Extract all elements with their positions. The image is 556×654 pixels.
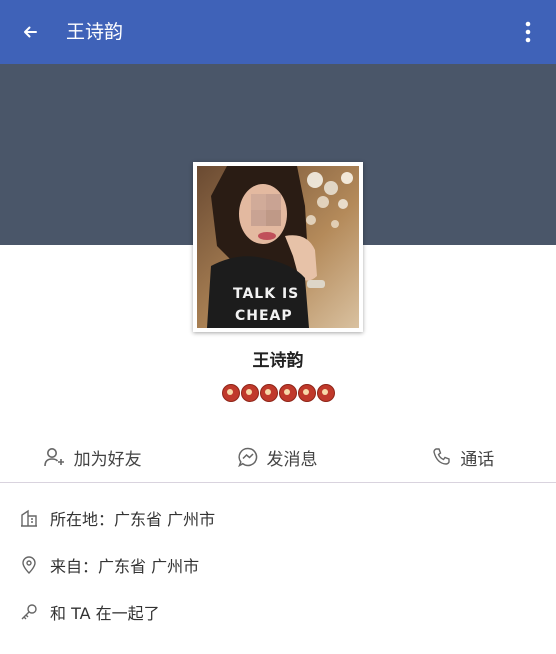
back-button[interactable]: [14, 16, 46, 48]
message-icon: [238, 447, 258, 467]
building-icon: [21, 509, 37, 527]
action-bar: 加为好友 发消息 通话: [0, 434, 556, 480]
app-bar: 王诗韵: [0, 0, 556, 64]
level-badges: [0, 384, 556, 402]
info-row-hometown: 来自：广东省 广州市: [20, 541, 540, 588]
crown-badge-icon: [297, 384, 316, 402]
phone-icon: [433, 448, 451, 465]
crown-badge-icon: [278, 384, 297, 402]
crown-badge-icon: [259, 384, 278, 402]
location-pin-icon: [22, 555, 36, 574]
profile-avatar[interactable]: TALK IS CHEAP: [193, 162, 363, 332]
call-button[interactable]: 通话: [371, 434, 556, 480]
key-icon: [21, 603, 37, 619]
arrow-left-icon: [24, 26, 37, 38]
send-message-button[interactable]: 发消息: [185, 434, 370, 480]
add-friend-icon: [43, 448, 64, 467]
hometown-text: 来自：广东省 广州市: [50, 556, 200, 576]
more-menu-button[interactable]: [518, 16, 538, 48]
page-title: 王诗韵: [66, 21, 124, 43]
info-row-location: 所在地：广东省 广州市: [20, 494, 540, 541]
profile-name: 王诗韵: [252, 351, 304, 371]
shirt-text-line2: CHEAP: [235, 308, 293, 324]
divider: [0, 482, 556, 483]
send-message-label: 发消息: [266, 449, 318, 470]
crown-badge-icon: [316, 384, 335, 402]
location-text: 所在地：广东省 广州市: [50, 509, 216, 529]
profile-info-list: 所在地：广东省 广州市 来自：广东省 广州市 和 TA 在一起了: [20, 494, 540, 635]
relationship-text: 和 TA 在一起了: [50, 603, 160, 623]
info-row-relationship[interactable]: 和 TA 在一起了: [20, 588, 540, 635]
crown-badge-icon: [221, 384, 240, 402]
crown-badge-icon: [240, 384, 259, 402]
add-friend-label: 加为好友: [73, 449, 142, 470]
shirt-text-line1: TALK IS: [233, 286, 299, 302]
add-friend-button[interactable]: 加为好友: [0, 434, 185, 480]
avatar-photo: TALK IS CHEAP: [197, 166, 359, 328]
more-vertical-icon: [525, 21, 531, 43]
call-label: 通话: [460, 449, 495, 470]
